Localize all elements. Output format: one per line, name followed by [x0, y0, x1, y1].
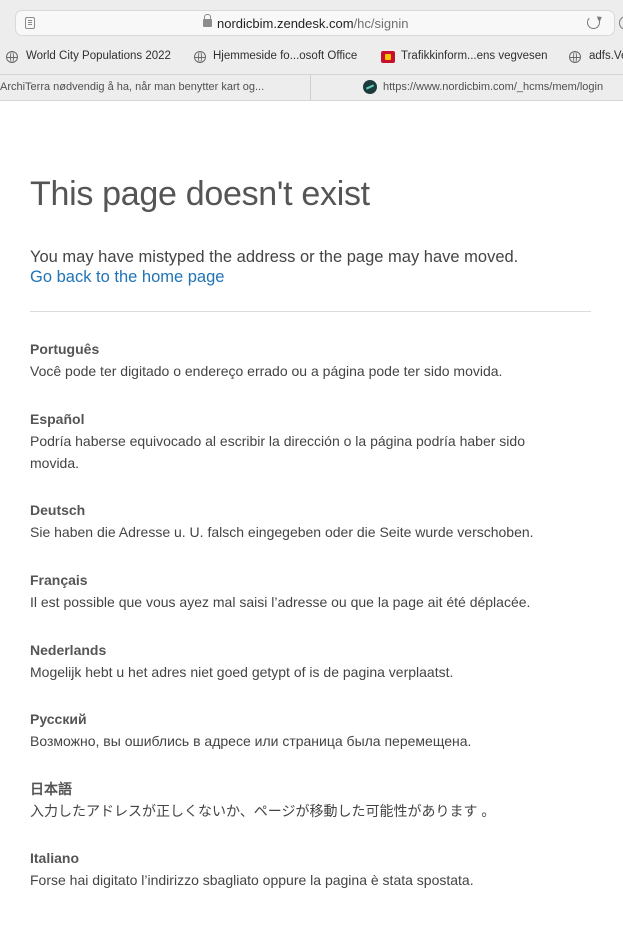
- language-block-japanese: 日本語 入力したアドレスが正しくないか、ページが移動した可能性があります 。: [30, 778, 590, 822]
- language-message: Mogelijk hebt u het adres niet goed gety…: [30, 664, 454, 680]
- language-message: 入力したアドレスが正しくないか、ページが移動した可能性があります 。: [30, 803, 496, 819]
- globe-icon: [6, 51, 18, 63]
- url-path: /hc/signin: [353, 16, 409, 31]
- language-name: Español: [30, 411, 85, 427]
- bookmark-label: World City Populations 2022: [26, 50, 171, 62]
- language-block-dutch: Nederlands Mogelijk hebt u het adres nie…: [30, 639, 590, 683]
- address-bar[interactable]: nordicbim.zendesk.com/hc/signin: [15, 10, 615, 36]
- browser-chrome: nordicbim.zendesk.com/hc/signin World Ci…: [0, 0, 623, 101]
- bookmark-label: adfs.Ve: [589, 50, 623, 62]
- nordicbim-favicon-icon: [363, 80, 377, 94]
- bookmark-label: Hjemmeside fo...osoft Office: [213, 50, 358, 62]
- tab-label: ArchiTerra nødvendig å ha, når man benyt…: [0, 81, 265, 93]
- bookmark-hjemmeside[interactable]: Hjemmeside fo...osoft Office: [194, 49, 369, 67]
- language-name: Italiano: [30, 850, 80, 866]
- language-name: 日本語: [30, 781, 72, 797]
- language-block-portuguese: Português Você pode ter digitado o ender…: [30, 338, 590, 382]
- bookmark-label: Trafikkinform...ens vegvesen: [401, 50, 548, 62]
- language-name: Русский: [30, 711, 87, 727]
- lock-icon: [203, 14, 212, 27]
- language-message: Возможно, вы ошиблись в адресе или стран…: [30, 733, 472, 749]
- url-text[interactable]: nordicbim.zendesk.com/hc/signin: [217, 16, 408, 31]
- tab-label: https://www.nordicbim.com/_hcms/mem/logi…: [383, 81, 604, 93]
- language-message: Podría haberse equivocado al escribir la…: [30, 433, 525, 471]
- flag-icon: [381, 51, 395, 63]
- tab-bar: ArchiTerra nødvendig å ha, når man benyt…: [0, 74, 623, 101]
- page-title: This page doesn't exist: [30, 175, 370, 213]
- language-name: Nederlands: [30, 642, 107, 658]
- bookmark-world-city-populations[interactable]: World City Populations 2022: [6, 49, 181, 67]
- language-message: Il est possible que vous ayez mal saisi …: [30, 594, 531, 610]
- language-name: Português: [30, 341, 100, 357]
- language-name: Deutsch: [30, 502, 86, 518]
- tab-nordicbim-login[interactable]: https://www.nordicbim.com/_hcms/mem/logi…: [311, 75, 623, 101]
- language-message: Forse hai digitato l’indirizzo sbagliato…: [30, 872, 474, 888]
- url-host: nordicbim.zendesk.com: [217, 16, 354, 31]
- globe-icon: [569, 51, 581, 63]
- globe-icon: [194, 51, 206, 63]
- reader-view-icon[interactable]: [25, 17, 35, 29]
- home-page-link[interactable]: Go back to the home page: [30, 268, 224, 287]
- language-block-italian: Italiano Forse hai digitato l’indirizzo …: [30, 847, 590, 891]
- reload-icon[interactable]: [587, 16, 600, 29]
- language-message: Você pode ter digitado o endereço errado…: [30, 363, 503, 379]
- language-block-french: Français Il est possible que vous ayez m…: [30, 569, 590, 613]
- language-block-spanish: Español Podría haberse equivocado al esc…: [30, 408, 590, 474]
- bookmark-trafikkinformasjon[interactable]: Trafikkinform...ens vegvesen: [381, 49, 556, 67]
- language-block-russian: Русский Возможно, вы ошиблись в адресе и…: [30, 708, 590, 752]
- extension-icon[interactable]: [619, 16, 623, 30]
- language-message: Sie haben die Adresse u. U. falsch einge…: [30, 524, 534, 540]
- language-name: Français: [30, 572, 88, 588]
- bookmarks-bar: World City Populations 2022 Hjemmeside f…: [0, 44, 623, 72]
- tab-architerra[interactable]: ArchiTerra nødvendig å ha, når man benyt…: [0, 75, 311, 101]
- language-block-german: Deutsch Sie haben die Adresse u. U. fals…: [30, 499, 590, 543]
- divider: [30, 311, 591, 312]
- bookmark-adfs[interactable]: adfs.Ve: [569, 49, 623, 67]
- intro-text: You may have mistyped the address or the…: [30, 248, 519, 266]
